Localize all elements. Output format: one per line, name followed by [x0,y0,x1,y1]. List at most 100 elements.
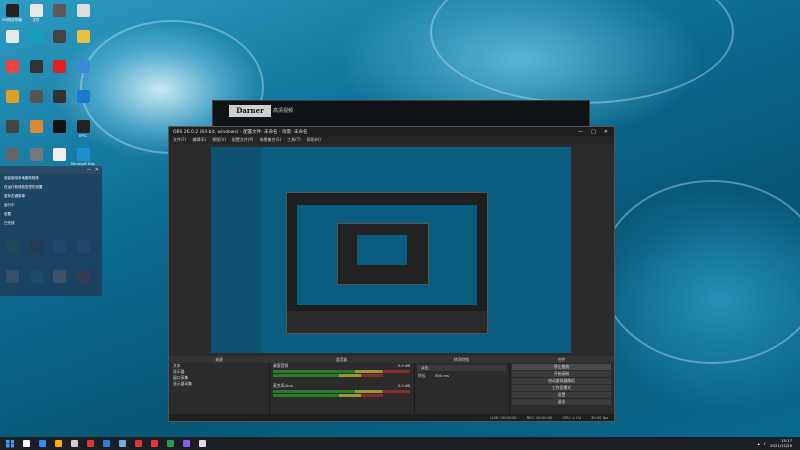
exit-button[interactable]: 退出 [512,399,611,405]
app-icon [76,30,90,43]
desktop-icon-label: ENI同步传输 [2,18,22,22]
maximize-button[interactable]: □ [591,129,596,135]
desktop-icon[interactable] [47,30,71,44]
taskbar-app-icon[interactable] [119,440,126,447]
mixer-mic-meter [273,390,410,393]
mixer-desktop-meter [273,370,410,373]
desktop-icon[interactable] [0,90,24,104]
desktop-icon[interactable]: ENI同步传输 [0,4,24,22]
desktop-icon[interactable] [71,60,95,74]
side-window-line: 运行中 [4,203,15,207]
side-window[interactable]: — ✕ 欢迎使用本地服务程序 在运行前请检查您的设置 鼠标右键菜单 运行中 设置 已完成 [0,166,102,296]
app-icon [29,60,43,73]
stop-streaming-button[interactable]: 停止推流 [512,364,611,370]
mixer-mic-slider[interactable] [273,394,383,397]
clock[interactable]: 15:17 2021/12/29 [770,438,792,448]
volume-icon[interactable]: ♪ [764,441,766,446]
desktop-icon[interactable] [24,30,48,44]
app-icon [5,4,19,17]
desktop-icon[interactable] [71,4,95,18]
desktop-icon[interactable] [47,4,71,18]
transitions-header: 转场特效 [414,356,509,363]
controls-dock: 控件 停止推流 开始录制 启动虚拟摄像机 工作室模式 设置 退出 [509,356,614,421]
settings-button[interactable]: 设置 [512,392,611,398]
taskbar-app-icon[interactable] [39,440,46,447]
app-icon [5,90,19,103]
desktop-icon[interactable] [47,90,71,104]
sources-header: 来源 [169,356,269,363]
mixer-desktop-slider[interactable] [273,374,383,377]
obs-docks: 来源 文本 显示器 窗口采集 显示器采集 混音器 桌面音频 0.0 dB 麦克风/Au… [169,356,614,421]
app-icon [52,148,66,161]
taskbar-app-icon[interactable] [151,440,158,447]
obs-window[interactable]: OBS 26.0.2 (64-bit, windows) - 配置文件: 未命名… [168,126,615,422]
desktop-icon[interactable]: EPIC [71,120,95,138]
desktop-icon[interactable] [24,90,48,104]
sources-dock: 来源 文本 显示器 窗口采集 显示器采集 [169,356,270,421]
desktop-icon[interactable] [24,120,48,134]
side-window-line: 欢迎使用本地服务程序 [4,176,39,180]
desktop-icon[interactable] [47,148,71,162]
taskbar-app-icon[interactable] [103,440,110,447]
desktop-icon[interactable] [0,120,24,134]
taskbar-app-icon[interactable] [135,440,142,447]
minimize-icon[interactable]: — [87,167,92,173]
start-recording-button[interactable]: 开始录制 [512,371,611,377]
desktop-icon[interactable] [0,60,24,74]
desktop-icon[interactable] [0,148,24,162]
taskbar-app-icon[interactable] [55,440,62,447]
system-tray: ▴ ♪ 15:17 2021/12/29 [758,438,800,448]
desktop-icon[interactable] [47,60,71,74]
status-fps: 30.00 fps [591,415,608,420]
taskbar-app-icon[interactable] [183,440,190,447]
mixer-header: 混音器 [269,356,414,363]
menu-edit[interactable]: 编辑(E) [192,137,206,143]
app-icon [29,148,43,161]
desktop-icon[interactable] [47,120,71,134]
desktop-icon[interactable]: Microsoft Edge [71,148,95,166]
taskbar-app-icon[interactable] [71,440,78,447]
taskbar-app-icon[interactable] [23,440,30,447]
app-icon [76,60,90,73]
app-icon [29,30,43,43]
menu-file[interactable]: 文件(F) [173,137,186,143]
window-logo: Darner [229,105,271,117]
desktop-icon[interactable] [24,60,48,74]
menu-scene-collection[interactable]: 场景集合(S) [259,137,281,143]
transitions-dock: 转场特效 淡出 时长 300 ms [414,356,510,421]
desktop-icon[interactable] [71,30,95,44]
taskbar-app-icon[interactable] [167,440,174,447]
menu-view[interactable]: 视图(V) [212,137,226,143]
desktop-icon[interactable] [24,148,48,162]
obs-preview[interactable] [211,147,571,353]
taskbar-app-icon[interactable] [87,440,94,447]
app-icon [76,120,90,133]
close-button[interactable]: ✕ [604,129,608,135]
menu-profile[interactable]: 配置文件(P) [232,137,254,143]
taskbar-app-icon[interactable] [199,440,206,447]
obs-title: OBS 26.0.2 (64-bit, windows) - 配置文件: 未命名… [173,129,308,135]
source-item[interactable]: 显示器采集 [169,381,269,387]
mixer-desktop-label: 桌面音频 0.0 dB [273,363,410,368]
wallpaper-wave [430,0,734,104]
desktop-icon[interactable] [0,30,24,44]
app-icon [52,60,66,73]
virtual-camera-button[interactable]: 启动虚拟摄像机 [512,378,611,384]
controls-header: 控件 [509,356,614,363]
side-window-titlebar[interactable]: — ✕ [0,166,102,174]
obs-titlebar[interactable]: OBS 26.0.2 (64-bit, windows) - 配置文件: 未命名… [169,127,614,136]
menu-tools[interactable]: 工具(T) [287,137,301,143]
close-icon[interactable]: ✕ [95,167,99,173]
app-icon [52,120,66,133]
desktop-icon[interactable]: 文件 [24,4,48,22]
app-icon [52,30,66,43]
transition-duration[interactable]: 时长 300 ms [414,373,509,379]
status-rec: REC: 00:00:00 [526,415,553,420]
desktop-icon[interactable] [71,90,95,104]
start-button[interactable] [6,439,14,448]
menu-help[interactable]: 帮助(H) [307,137,321,143]
network-icon[interactable]: ▴ [758,441,760,446]
studio-mode-button[interactable]: 工作室模式 [512,385,611,391]
transition-select[interactable]: 淡出 [417,365,506,371]
minimize-button[interactable]: — [578,129,583,135]
